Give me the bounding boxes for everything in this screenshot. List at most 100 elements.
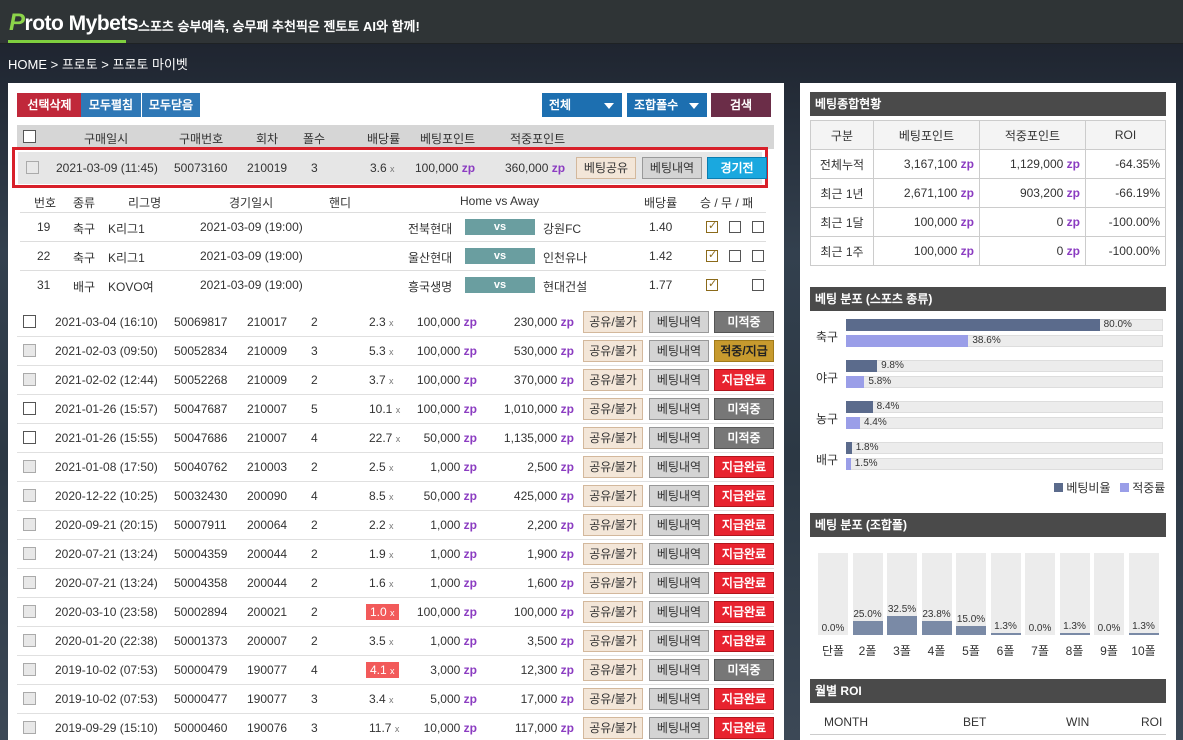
odds-x: x	[389, 579, 394, 589]
bet-history-button[interactable]: 베팅내역	[649, 543, 709, 565]
status-badge[interactable]: 지급완료	[714, 630, 774, 652]
row-checkbox[interactable]	[23, 460, 36, 473]
table-row[interactable]: 2020-07-21 (13:24) 50004359 200044 2 1.9…	[17, 540, 774, 569]
status-badge[interactable]: 지급완료	[714, 717, 774, 739]
table-row[interactable]: 2021-01-26 (15:57) 50047687 210007 5 10.…	[17, 395, 774, 424]
collapse-all-button[interactable]: 모두닫음	[142, 93, 200, 117]
share-unavailable-button[interactable]: 공유/불가	[583, 572, 643, 594]
table-row[interactable]: 2021-02-02 (12:44) 50052268 210009 2 3.7…	[17, 366, 774, 395]
share-unavailable-button[interactable]: 공유/불가	[583, 659, 643, 681]
row-checkbox[interactable]	[23, 402, 36, 415]
bet-history-button[interactable]: 베팅내역	[649, 572, 709, 594]
hit-points: 1,900 zp	[527, 547, 574, 561]
row-checkbox[interactable]	[23, 721, 36, 734]
status-badge[interactable]: 지급완료	[714, 601, 774, 623]
share-unavailable-button[interactable]: 공유/불가	[583, 601, 643, 623]
status-badge[interactable]: 지급완료	[714, 369, 774, 391]
status-badge[interactable]: 적중/지급	[714, 340, 774, 362]
table-row[interactable]: 2020-01-20 (22:38) 50001373 200007 2 3.5…	[17, 627, 774, 656]
status-badge[interactable]: 미적중	[714, 427, 774, 449]
share-unavailable-button[interactable]: 공유/불가	[583, 630, 643, 652]
share-unavailable-button[interactable]: 공유/불가	[583, 543, 643, 565]
status-badge[interactable]: 지급완료	[714, 543, 774, 565]
row-checkbox[interactable]	[26, 161, 39, 174]
table-row[interactable]: 2021-02-03 (09:50) 50052834 210009 3 5.3…	[17, 337, 774, 366]
table-row[interactable]: 2019-10-02 (07:53) 50000477 190077 3 3.4…	[17, 685, 774, 714]
bet-history-button[interactable]: 베팅내역	[649, 311, 709, 333]
bet-history-button[interactable]: 베팅내역	[649, 514, 709, 536]
bet-history-button[interactable]: 베팅내역	[649, 369, 709, 391]
bet-history-button[interactable]: 베팅내역	[649, 485, 709, 507]
selected-bet-row[interactable]: 2021-03-09 (11:45) 50073160 210019 3 3.6…	[18, 152, 767, 184]
filter-combo-dropdown[interactable]: 조합폴수	[627, 93, 707, 117]
row-checkbox[interactable]	[23, 315, 36, 328]
table-row[interactable]: 2020-12-22 (10:25) 50032430 200090 4 8.5…	[17, 482, 774, 511]
table-row[interactable]: 2019-10-02 (07:53) 50000479 190077 4 4.1…	[17, 656, 774, 685]
row-checkbox[interactable]	[23, 547, 36, 560]
status-badge[interactable]: 경기전	[707, 157, 767, 179]
table-row[interactable]: 2021-01-26 (15:55) 50047686 210007 4 22.…	[17, 424, 774, 453]
share-unavailable-button[interactable]: 공유/불가	[583, 485, 643, 507]
summary-row: 전체누적 3,167,100 zp 1,129,000 zp -64.35%	[810, 149, 1166, 179]
search-button[interactable]: 검색	[711, 93, 771, 117]
status-badge[interactable]: 미적중	[714, 398, 774, 420]
row-checkbox[interactable]	[23, 431, 36, 444]
row-checkbox[interactable]	[23, 634, 36, 647]
table-row[interactable]: 2020-03-10 (23:58) 50002894 200021 2 1.0…	[17, 598, 774, 627]
table-row[interactable]: 2021-01-08 (17:50) 50040762 210003 2 2.5…	[17, 453, 774, 482]
status-badge[interactable]: 지급완료	[714, 514, 774, 536]
bet-history-button[interactable]: 베팅내역	[649, 659, 709, 681]
share-unavailable-button[interactable]: 공유/불가	[583, 369, 643, 391]
row-checkbox[interactable]	[23, 692, 36, 705]
bet-history-button[interactable]: 베팅내역	[649, 340, 709, 362]
row-checkbox[interactable]	[23, 518, 36, 531]
share-unavailable-button[interactable]: 공유/불가	[583, 514, 643, 536]
table-row[interactable]: 2019-09-29 (15:10) 50000460 190076 3 11.…	[17, 714, 774, 740]
filter-all-dropdown[interactable]: 전체	[542, 93, 622, 117]
row-checkbox[interactable]	[23, 576, 36, 589]
status-badge[interactable]: 미적중	[714, 311, 774, 333]
bet-history-button[interactable]: 베팅내역	[649, 427, 709, 449]
table-row[interactable]: 2021-03-04 (16:10) 50069817 210017 2 2.3…	[17, 308, 774, 337]
bet-value: 100,000	[416, 315, 461, 329]
expand-all-button[interactable]: 모두펼침	[81, 93, 141, 117]
bet-history-button[interactable]: 베팅내역	[642, 157, 702, 179]
site-logo[interactable]: Proto Mybets	[9, 9, 139, 37]
table-row[interactable]: 2020-07-21 (13:24) 50004358 200044 2 1.6…	[17, 569, 774, 598]
select-all-checkbox[interactable]	[23, 130, 36, 143]
row-checkbox[interactable]	[23, 344, 36, 357]
status-badge[interactable]: 지급완료	[714, 485, 774, 507]
row-checkbox[interactable]	[23, 373, 36, 386]
share-unavailable-button[interactable]: 공유/불가	[583, 717, 643, 739]
status-badge[interactable]: 지급완료	[714, 688, 774, 710]
status-badge[interactable]: 지급완료	[714, 572, 774, 594]
row-checkbox[interactable]	[23, 605, 36, 618]
bet-history-button[interactable]: 베팅내역	[649, 717, 709, 739]
share-unavailable-button[interactable]: 공유/불가	[583, 427, 643, 449]
bet-date: 2021-01-08 (17:50)	[55, 460, 158, 474]
bet-history-button[interactable]: 베팅내역	[649, 688, 709, 710]
odds-highlight: 4.1 x	[366, 662, 399, 678]
bet-history-button[interactable]: 베팅내역	[649, 630, 709, 652]
status-badge[interactable]: 지급완료	[714, 456, 774, 478]
row-checkbox[interactable]	[23, 489, 36, 502]
status-badge[interactable]: 미적중	[714, 659, 774, 681]
monthly-col-win: WIN	[1066, 715, 1090, 729]
bet-history-button[interactable]: 베팅내역	[649, 601, 709, 623]
share-unavailable-button[interactable]: 공유/불가	[583, 688, 643, 710]
zp-unit: zp	[560, 663, 574, 677]
share-unavailable-button[interactable]: 공유/불가	[583, 456, 643, 478]
bar-value-label: 38.6%	[972, 335, 1001, 346]
table-row[interactable]: 2020-09-21 (20:15) 50007911 200064 2 2.2…	[17, 511, 774, 540]
share-unavailable-button[interactable]: 공유/불가	[583, 398, 643, 420]
share-unavailable-button[interactable]: 공유/불가	[583, 311, 643, 333]
row-checkbox[interactable]	[23, 663, 36, 676]
game-league: KOVO여	[108, 280, 154, 294]
bet-odds: 22.7 x	[369, 431, 400, 445]
bet-history-button[interactable]: 베팅내역	[649, 456, 709, 478]
bet-history-button[interactable]: 베팅내역	[649, 398, 709, 420]
game-league: K리그1	[108, 251, 145, 265]
delete-selected-button[interactable]: 선택삭제	[17, 93, 82, 117]
share-bet-button[interactable]: 베팅공유	[576, 157, 636, 179]
share-unavailable-button[interactable]: 공유/불가	[583, 340, 643, 362]
